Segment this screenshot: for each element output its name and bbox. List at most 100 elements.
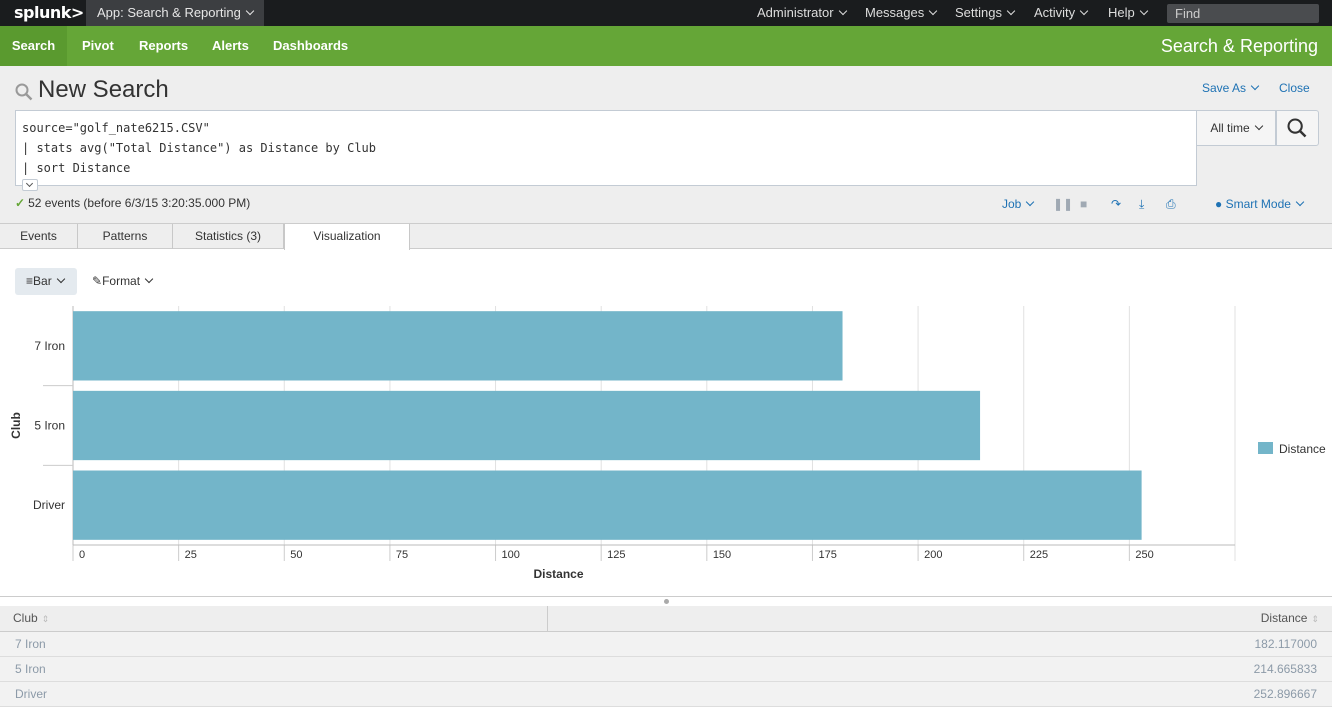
chevron-down-icon (1026, 197, 1035, 207)
query-line: source="golf_nate6215.CSV" (22, 121, 210, 135)
chevron-down-icon (1006, 6, 1016, 16)
nav-dashboards[interactable]: Dashboards (273, 26, 348, 66)
x-tick-label: 25 (185, 549, 197, 561)
menu-administrator[interactable]: Administrator (757, 0, 847, 26)
x-tick-label: 175 (818, 549, 836, 561)
chart-type-label: Bar (33, 274, 52, 288)
table-row: 7 Iron 182.117000 (0, 631, 1332, 657)
drag-handle-icon[interactable] (664, 599, 669, 604)
menu-messages[interactable]: Messages (865, 0, 938, 26)
sort-icon[interactable]: ⇕ (42, 614, 50, 624)
stop-icon[interactable]: ■ (1080, 197, 1087, 211)
save-as-label: Save As (1202, 81, 1247, 95)
nav-reports[interactable]: Reports (139, 26, 188, 66)
events-status-text: 52 events (before 6/3/15 3:20:35.000 PM) (28, 196, 251, 210)
chart-type-button[interactable]: ≡Bar (15, 268, 77, 295)
x-tick-label: 250 (1135, 549, 1153, 561)
menu-label: Activity (1034, 5, 1076, 20)
chevron-down-icon (1079, 6, 1089, 16)
club-cell[interactable]: 7 Iron (0, 631, 547, 657)
distance-cell[interactable]: 252.896667 (547, 681, 1332, 707)
column-header-distance[interactable]: Distance ⇕ (547, 606, 1332, 632)
menu-label: Administrator (757, 5, 834, 20)
table-header-row: Club ⇕ Distance ⇕ (0, 606, 1332, 632)
close-link[interactable]: Close (1279, 81, 1310, 95)
distance-cell[interactable]: 214.665833 (547, 656, 1332, 682)
export-icon[interactable]: ⤓ (1139, 197, 1144, 212)
job-label: Job (1002, 197, 1022, 211)
legend-swatch (1258, 442, 1273, 454)
results-tabs: Events Patterns Statistics (3) Visualiza… (0, 224, 1332, 250)
splunk-logo[interactable]: splunk> (14, 3, 84, 22)
chevron-down-icon (1250, 81, 1260, 91)
time-range-picker[interactable]: All time (1197, 110, 1276, 146)
tab-visualization[interactable]: Visualization (284, 224, 410, 250)
events-status: ✓ 52 events (before 6/3/15 3:20:35.000 PM… (15, 196, 250, 210)
app-menu[interactable]: App: Search & Reporting (86, 0, 264, 26)
x-tick-label: 75 (396, 549, 408, 561)
bar-chart-icon: ≡ (26, 274, 34, 288)
club-cell[interactable]: Driver (0, 681, 547, 707)
column-header-label: Distance (1260, 611, 1308, 626)
y-tick-label: 7 Iron (34, 339, 65, 353)
share-icon[interactable]: ↷ (1111, 197, 1121, 211)
legend-label: Distance (1279, 442, 1326, 456)
chevron-down-icon (144, 274, 154, 284)
tab-events[interactable]: Events (0, 224, 78, 249)
tab-patterns[interactable]: Patterns (78, 224, 173, 249)
tab-statistics[interactable]: Statistics (3) (173, 224, 284, 249)
menu-settings[interactable]: Settings (955, 0, 1016, 26)
job-menu[interactable]: Job (1002, 197, 1035, 211)
x-tick-label: 125 (607, 549, 625, 561)
resize-divider[interactable] (0, 596, 1332, 606)
chevron-down-icon (245, 6, 255, 16)
app-nav: Search Pivot Reports Alerts Dashboards S… (0, 26, 1332, 66)
search-mode-menu[interactable]: ● Smart Mode (1215, 197, 1305, 211)
chevron-down-icon (929, 6, 938, 16)
x-tick-label: 100 (502, 549, 520, 561)
chevron-down-icon (1295, 197, 1305, 207)
menu-activity[interactable]: Activity (1034, 0, 1089, 26)
x-tick-label: 50 (290, 549, 302, 561)
search-icon (1287, 118, 1303, 134)
time-range-label: All time (1210, 121, 1250, 135)
nav-alerts[interactable]: Alerts (212, 26, 249, 66)
y-tick-label: Driver (33, 498, 65, 512)
find-input[interactable]: Find (1167, 4, 1319, 23)
chevron-down-icon (1139, 6, 1148, 16)
collapse-query-button[interactable] (22, 179, 38, 191)
column-header-club[interactable]: Club ⇕ (0, 606, 548, 632)
bulb-icon: ● (1215, 197, 1223, 211)
table-row: Driver 252.896667 (0, 681, 1332, 707)
menu-help[interactable]: Help (1108, 0, 1148, 26)
print-icon[interactable]: ⎙ (1166, 197, 1176, 212)
nav-pivot[interactable]: Pivot (82, 26, 114, 66)
bar-chart: 0 25 50 75 100 125 150 175 200 225 250 7 Iron 5 Iron… (9, 306, 1326, 581)
menu-label: Help (1108, 5, 1135, 20)
check-icon: ✓ (15, 196, 26, 210)
app-title: Search & Reporting (1160, 36, 1318, 56)
pause-icon[interactable]: ❚❚ (1053, 197, 1073, 211)
x-tick-label: 150 (713, 549, 731, 561)
x-axis-title: Distance (533, 567, 583, 581)
search-button[interactable] (1276, 110, 1319, 146)
chevron-down-icon (25, 179, 34, 188)
format-label: Format (102, 274, 141, 288)
query-line: | sort Distance (22, 161, 131, 175)
sort-icon[interactable]: ⇕ (1311, 614, 1319, 624)
x-tick-label: 200 (924, 549, 942, 561)
y-axis-title: Club (9, 412, 23, 439)
page-title: New Search (38, 76, 169, 103)
top-bar: splunk> App: Search & Reporting Administ… (0, 0, 1332, 26)
distance-cell[interactable]: 182.117000 (547, 631, 1332, 657)
menu-label: Settings (955, 5, 1002, 20)
format-button[interactable]: ✎Format (92, 268, 154, 295)
search-mode-label: Smart Mode (1225, 197, 1291, 211)
bar (73, 390, 981, 461)
chevron-down-icon (1254, 121, 1263, 131)
save-as-menu[interactable]: Save As (1202, 81, 1260, 95)
search-query-input[interactable]: source="golf_nate6215.CSV" | stats avg("… (15, 110, 1197, 186)
club-cell[interactable]: 5 Iron (0, 656, 547, 682)
search-icon (15, 83, 33, 101)
nav-search[interactable]: Search (0, 26, 67, 66)
